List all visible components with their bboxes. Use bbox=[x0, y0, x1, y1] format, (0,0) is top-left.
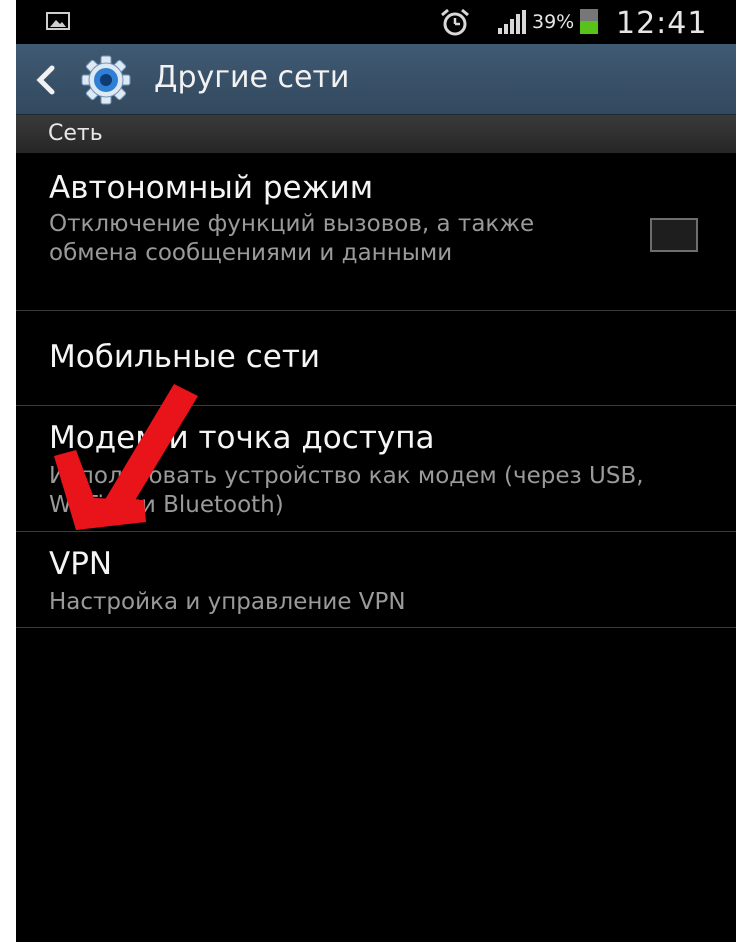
battery-icon bbox=[580, 9, 598, 34]
list-item-airplane-mode[interactable]: Автономный режим Отключение функций вызо… bbox=[16, 154, 736, 311]
alarm-icon bbox=[440, 8, 470, 40]
section-header-label: Сеть bbox=[48, 121, 103, 146]
clock-time: 12:41 bbox=[616, 6, 708, 41]
image-notification-icon bbox=[46, 12, 70, 30]
airplane-mode-checkbox[interactable] bbox=[650, 218, 698, 252]
back-icon[interactable] bbox=[34, 65, 58, 99]
signal-icon bbox=[496, 10, 530, 38]
phone-screen: 39% 12:41 Другие сети Сеть Автономный ре… bbox=[16, 0, 736, 942]
action-bar: Другие сети bbox=[16, 44, 736, 115]
red-arrow-annotation-icon bbox=[54, 384, 198, 530]
item-subtitle: Отключение функций вызовов, а также обме… bbox=[49, 211, 535, 266]
page-title: Другие сети bbox=[154, 60, 350, 95]
status-bar: 39% 12:41 bbox=[16, 0, 736, 44]
item-subtitle: Настройка и управление VPN bbox=[49, 589, 406, 615]
item-title: Автономный режим bbox=[49, 170, 374, 206]
battery-percent: 39% bbox=[532, 11, 575, 33]
section-header: Сеть bbox=[16, 115, 736, 153]
settings-gear-icon[interactable] bbox=[78, 55, 134, 109]
item-title: Мобильные сети bbox=[49, 339, 321, 375]
